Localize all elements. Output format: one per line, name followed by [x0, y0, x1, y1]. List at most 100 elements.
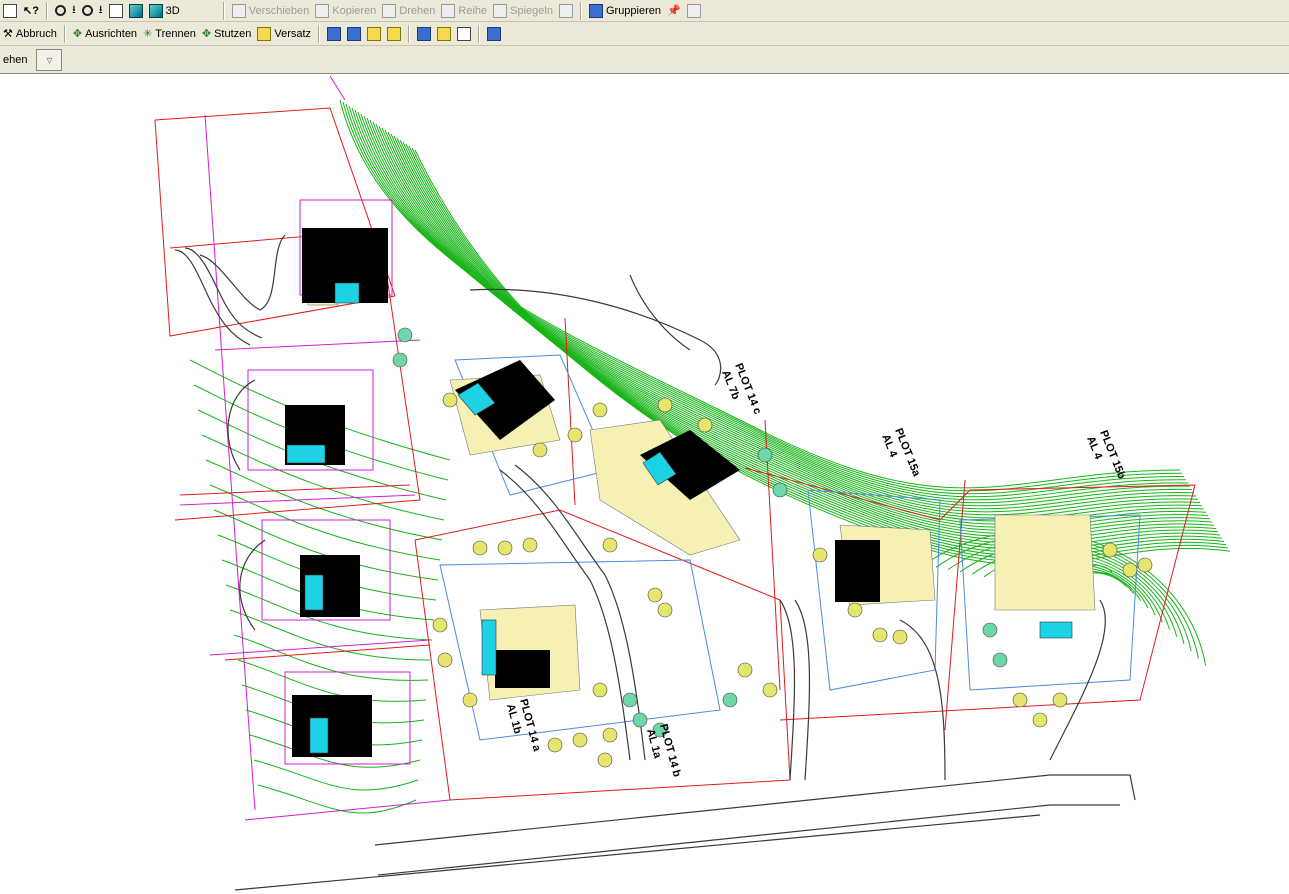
tree-symbol	[532, 442, 548, 458]
shrub-symbol	[397, 327, 413, 343]
toolbar-row-2: ⚒ Abbruch ✥ Ausrichten ✳ Trennen ✥ Stutzen V…	[0, 22, 1289, 46]
cancel-label: Abbruch	[15, 27, 57, 40]
mirror-label: Spiegeln	[510, 4, 553, 17]
align-button[interactable]: ✥ Ausrichten	[70, 24, 140, 44]
tree-symbol	[437, 652, 453, 668]
tree-symbol	[592, 402, 608, 418]
move-button[interactable]: Verschieben	[229, 1, 313, 21]
rotate-label: Drehen	[399, 4, 436, 17]
building-plot-14a	[495, 650, 550, 688]
arrange-front-icon	[327, 26, 342, 41]
arrange-back-button[interactable]	[344, 24, 364, 44]
align-label: Ausrichten	[85, 27, 138, 40]
cancel-button[interactable]: ⚒ Abbruch	[0, 24, 60, 44]
pool-west-1	[286, 444, 326, 464]
arrange-forward-icon	[367, 26, 382, 41]
layout-button[interactable]	[0, 1, 20, 21]
split-icon: ✳	[143, 28, 153, 40]
shrub-symbol	[622, 692, 638, 708]
tree-symbol	[1137, 557, 1153, 573]
group-label: Gruppieren	[605, 4, 662, 17]
row-button[interactable]: Reihe	[438, 1, 490, 21]
offset-button[interactable]: Versatz	[254, 24, 314, 44]
list-view-button[interactable]	[106, 1, 126, 21]
tree-symbol	[657, 397, 673, 413]
pool-plot-14a	[481, 619, 497, 676]
pool-west-3	[309, 717, 329, 754]
transform-button[interactable]	[556, 1, 576, 21]
align-center-button[interactable]	[434, 24, 454, 44]
tree-symbol	[647, 587, 663, 603]
view-3d-button[interactable]: 3D	[146, 1, 183, 21]
drawing-canvas[interactable]: PLOT 14 c AL 7b PLOT 15a AL 4 PLOT 15b A…	[0, 74, 1289, 894]
tree-symbol	[522, 537, 538, 553]
filter-button[interactable]: ▿	[36, 48, 63, 71]
zoom-button[interactable]	[79, 1, 96, 21]
mirror-icon	[493, 3, 508, 18]
row-label: Reihe	[458, 4, 488, 17]
building-plot-15a	[835, 540, 880, 602]
hammer-icon: ⚒	[3, 28, 13, 40]
separator	[45, 1, 48, 20]
partial-label-item[interactable]: ehen	[0, 50, 30, 70]
align-icon: ✥	[72, 28, 83, 40]
shrub-symbol	[632, 712, 648, 728]
mirror-button[interactable]: Spiegeln	[490, 1, 556, 21]
distribute-button[interactable]	[484, 24, 504, 44]
separator	[63, 24, 66, 43]
tree-symbol	[442, 392, 458, 408]
download-2-icon: ⭳	[98, 4, 103, 16]
copy-icon	[315, 3, 330, 18]
tree-symbol	[567, 427, 583, 443]
shrub-symbol	[392, 352, 408, 368]
view-3d-label: 3D	[165, 4, 180, 17]
ungroup-icon	[686, 3, 701, 18]
group-button[interactable]: Gruppieren	[586, 1, 664, 21]
cube-button[interactable]	[126, 1, 146, 21]
arrange-forward-button[interactable]	[364, 24, 384, 44]
help-pointer-button[interactable]: ↖?	[20, 1, 42, 21]
tree-symbol	[657, 602, 673, 618]
download-icon: ⭳	[71, 4, 76, 16]
rotate-button[interactable]: Drehen	[379, 1, 438, 21]
tree-symbol	[1032, 712, 1048, 728]
align-left-button[interactable]	[414, 24, 434, 44]
filter-icon: ▿	[46, 52, 53, 67]
arrange-backward-button[interactable]	[384, 24, 404, 44]
shrub-symbol	[722, 692, 738, 708]
group-icon	[588, 3, 603, 18]
separator	[478, 24, 481, 43]
tree-symbol	[872, 627, 888, 643]
tree-symbol	[602, 727, 618, 743]
tree-symbol	[762, 682, 778, 698]
distribute-icon	[487, 26, 502, 41]
tree-symbol	[602, 537, 618, 553]
tree-symbol	[547, 737, 563, 753]
ungroup-button[interactable]	[684, 1, 704, 21]
tree-symbol	[432, 617, 448, 633]
partial-label: ehen	[3, 53, 28, 66]
shrub-symbol	[757, 447, 773, 463]
download-button[interactable]: ⭳	[69, 1, 79, 21]
help-pointer-icon: ↖?	[23, 5, 39, 17]
building-west-3	[292, 695, 372, 757]
snap-button[interactable]	[52, 1, 69, 21]
split-button[interactable]: ✳ Trennen	[140, 24, 199, 44]
columns-button[interactable]: ✥ Stutzen	[199, 24, 255, 44]
pin-button[interactable]: 📌	[664, 1, 684, 21]
copy-button[interactable]: Kopieren	[312, 1, 379, 21]
move-label: Verschieben	[248, 4, 310, 17]
align-right-button[interactable]	[454, 24, 474, 44]
separator	[579, 1, 582, 20]
shrub-symbol	[992, 652, 1008, 668]
split-label: Trennen	[155, 27, 196, 40]
arrange-front-button[interactable]	[324, 24, 344, 44]
offset-icon	[257, 26, 272, 41]
tree-symbol	[472, 540, 488, 556]
tree-symbol	[1122, 562, 1138, 578]
download-2-button[interactable]: ⭳	[96, 1, 106, 21]
pin-icon: 📌	[667, 5, 681, 17]
list-view-icon	[108, 3, 123, 18]
pool-plot-15b	[1039, 621, 1073, 639]
tree-symbol	[497, 540, 513, 556]
